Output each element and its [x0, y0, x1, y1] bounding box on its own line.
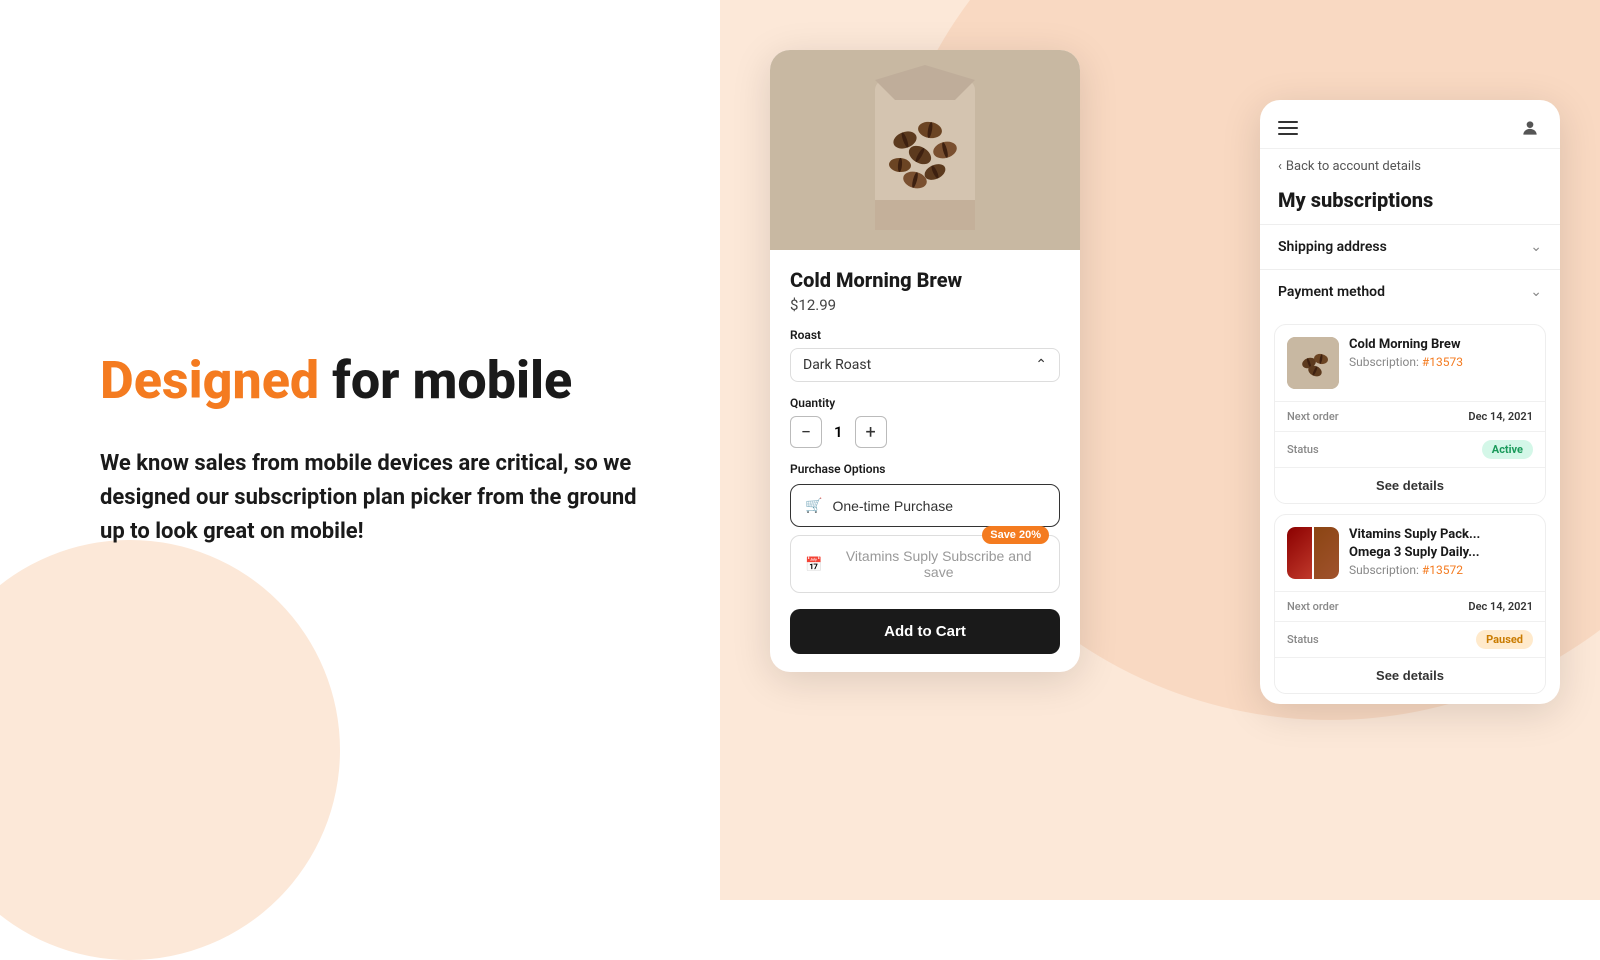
roast-value: Dark Roast: [803, 357, 871, 373]
payment-chevron-icon: ⌄: [1530, 284, 1542, 300]
hamburger-menu-button[interactable]: [1278, 121, 1298, 135]
quantity-label: Quantity: [790, 396, 1060, 410]
save-badge: Save 20%: [982, 526, 1049, 544]
sub-thumbnail-2: [1287, 527, 1339, 579]
status-badge-1: Active: [1482, 440, 1533, 459]
product-body: Cold Morning Brew $12.99 Roast Dark Roas…: [770, 250, 1080, 672]
hamburger-line: [1278, 133, 1298, 135]
quantity-increase-button[interactable]: +: [855, 416, 887, 448]
roast-label: Roast: [790, 328, 1060, 342]
hero-title-highlight: Designed: [100, 350, 319, 411]
see-details-button-2[interactable]: See details: [1275, 657, 1545, 693]
back-to-account-button[interactable]: ‹ Back to account details: [1260, 149, 1560, 184]
status-label-1: Status: [1287, 443, 1319, 456]
next-order-label-1: Next order: [1287, 410, 1339, 423]
coffee-bag-illustration: [845, 60, 1005, 240]
subscriptions-title: My subscriptions: [1260, 184, 1560, 224]
thumb-left: [1287, 527, 1312, 579]
sub-card-1-top: Cold Morning Brew Subscription: #13573: [1275, 325, 1545, 401]
thumb-right: [1314, 527, 1339, 579]
next-order-value-1: Dec 14, 2021: [1468, 410, 1533, 423]
sub-number-link-2[interactable]: #13572: [1422, 563, 1463, 577]
shipping-address-label: Shipping address: [1278, 239, 1387, 255]
sub-name-2-line2: Omega 3 Suply Daily...: [1349, 545, 1533, 560]
subscribe-save-button[interactable]: Save 20% 📅 Vitamins Suply Subscribe and …: [790, 535, 1060, 593]
sub-info-1: Cold Morning Brew Subscription: #13573: [1349, 337, 1533, 369]
subscription-card-1: Cold Morning Brew Subscription: #13573 N…: [1274, 324, 1546, 504]
hero-title-rest: for mobile: [319, 350, 572, 411]
subscription-card-2: Vitamins Suply Pack... Omega 3 Suply Dai…: [1274, 514, 1546, 694]
subscribe-label: Vitamins Suply Subscribe and save: [832, 548, 1045, 580]
payment-method-label: Payment method: [1278, 284, 1385, 300]
quantity-controls: − 1 +: [790, 416, 1060, 448]
quantity-section: Quantity − 1 +: [790, 396, 1060, 448]
status-label-2: Status: [1287, 633, 1319, 646]
add-to-cart-button[interactable]: Add to Cart: [790, 609, 1060, 654]
product-price: $12.99: [790, 296, 1060, 314]
sub-meta-2-status: Status Paused: [1275, 621, 1545, 657]
sub-number-prefix: Subscription:: [1349, 355, 1422, 369]
calendar-icon: 📅: [805, 556, 822, 573]
product-card: Cold Morning Brew $12.99 Roast Dark Roas…: [770, 50, 1080, 672]
sub-meta-2-next: Next order Dec 14, 2021: [1275, 591, 1545, 621]
sub-number-2: Subscription: #13572: [1349, 563, 1533, 577]
roast-select[interactable]: Dark Roast ⌃: [790, 348, 1060, 382]
product-image: [770, 50, 1080, 250]
sub-thumbnail-1: [1287, 337, 1339, 389]
decorative-blob: [0, 540, 340, 960]
status-badge-2: Paused: [1476, 630, 1533, 649]
quantity-value: 1: [834, 423, 843, 441]
right-section: Cold Morning Brew $12.99 Roast Dark Roas…: [720, 0, 1600, 900]
subs-panel-header: [1260, 100, 1560, 149]
quantity-decrease-button[interactable]: −: [790, 416, 822, 448]
one-time-purchase-button[interactable]: 🛒 One-time Purchase: [790, 484, 1060, 527]
sub-number-1: Subscription: #13573: [1349, 355, 1533, 369]
hero-title: Designed for mobile: [100, 351, 640, 411]
sub-number-link-1[interactable]: #13573: [1422, 355, 1463, 369]
roast-chevron-icon: ⌃: [1035, 357, 1047, 373]
hamburger-line: [1278, 121, 1298, 123]
user-avatar-icon: [1520, 118, 1540, 138]
subscriptions-panel: ‹ Back to account details My subscriptio…: [1260, 100, 1560, 704]
hamburger-line: [1278, 127, 1298, 129]
product-title: Cold Morning Brew: [790, 268, 1060, 292]
user-icon[interactable]: [1518, 116, 1542, 140]
sub-name-1: Cold Morning Brew: [1349, 337, 1533, 352]
shipping-address-accordion[interactable]: Shipping address ⌄: [1260, 224, 1560, 269]
sub-meta-1-next: Next order Dec 14, 2021: [1275, 401, 1545, 431]
see-details-button-1[interactable]: See details: [1275, 467, 1545, 503]
back-chevron-icon: ‹: [1278, 159, 1282, 174]
next-order-value-2: Dec 14, 2021: [1468, 600, 1533, 613]
cart-icon: 🛒: [805, 497, 822, 514]
next-order-label-2: Next order: [1287, 600, 1339, 613]
sub-card-2-top: Vitamins Suply Pack... Omega 3 Suply Dai…: [1275, 515, 1545, 591]
back-label: Back to account details: [1286, 159, 1421, 174]
coffee-thumbnail-icon: [1287, 337, 1339, 389]
shipping-chevron-icon: ⌄: [1530, 239, 1542, 255]
one-time-label: One-time Purchase: [832, 498, 953, 514]
left-section: Designed for mobile We know sales from m…: [0, 0, 720, 900]
hero-body: We know sales from mobile devices are cr…: [100, 447, 640, 549]
sub-meta-1-status: Status Active: [1275, 431, 1545, 467]
purchase-options-label: Purchase Options: [790, 462, 1060, 476]
sub-name-2-line1: Vitamins Suply Pack...: [1349, 527, 1533, 542]
sub-number-prefix-2: Subscription:: [1349, 563, 1422, 577]
sub-info-2: Vitamins Suply Pack... Omega 3 Suply Dai…: [1349, 527, 1533, 577]
payment-method-accordion[interactable]: Payment method ⌄: [1260, 269, 1560, 314]
